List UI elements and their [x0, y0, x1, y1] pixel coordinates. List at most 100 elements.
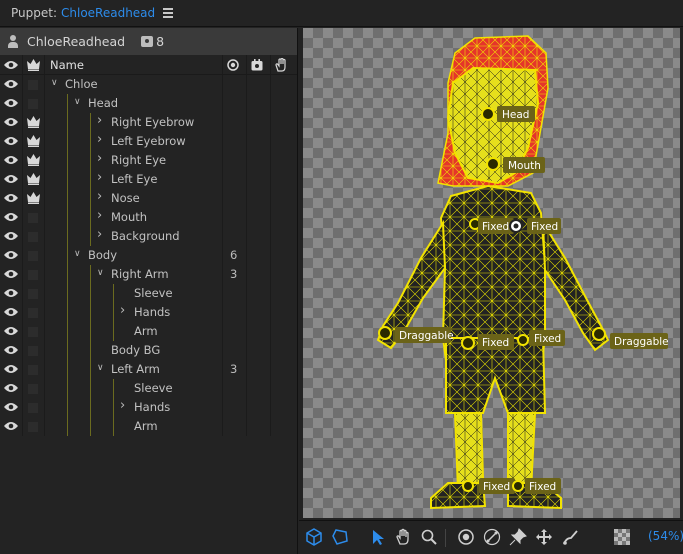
visibility-eye-icon[interactable]: [4, 402, 18, 412]
expand-chevron-down-icon[interactable]: ∨: [97, 268, 104, 278]
crown-icon[interactable]: [27, 173, 40, 185]
crown-toggle-box[interactable]: [28, 365, 38, 375]
tree-row[interactable]: › Background: [0, 227, 297, 246]
expand-chevron-right-icon[interactable]: ›: [97, 170, 102, 185]
visibility-column-icon[interactable]: [4, 60, 18, 70]
dragger-tool-icon[interactable]: [535, 528, 553, 546]
zoom-tool-icon[interactable]: [420, 528, 438, 546]
svg-text:Fixed: Fixed: [483, 481, 510, 493]
tree-guide-line: [67, 132, 68, 151]
visibility-eye-icon[interactable]: [4, 288, 18, 298]
visibility-eye-icon[interactable]: [4, 383, 18, 393]
crown-toggle-box[interactable]: [28, 384, 38, 394]
visibility-eye-icon[interactable]: [4, 98, 18, 108]
crown-toggle-box[interactable]: [28, 403, 38, 413]
expand-chevron-right-icon[interactable]: ›: [97, 151, 102, 166]
visibility-eye-icon[interactable]: [4, 117, 18, 127]
tree-row[interactable]: › Mouth: [0, 208, 297, 227]
tag-column-icon[interactable]: [251, 59, 263, 71]
name-column-label[interactable]: Name: [50, 58, 84, 72]
visibility-eye-icon[interactable]: [4, 421, 18, 431]
expand-chevron-right-icon[interactable]: ›: [120, 303, 125, 318]
tree-row[interactable]: › Left Eyebrow: [0, 132, 297, 151]
expand-chevron-right-icon[interactable]: ›: [120, 398, 125, 413]
tree-row[interactable]: ∨ Head: [0, 94, 297, 113]
crown-toggle-box[interactable]: [28, 232, 38, 242]
zoom-level[interactable]: (54%): [648, 529, 683, 543]
tree-row[interactable]: ∨ Chloe: [0, 75, 297, 94]
select-arrow-icon[interactable]: [369, 528, 387, 546]
tree-row[interactable]: › Right Eye: [0, 151, 297, 170]
crown-toggle-box[interactable]: [28, 80, 38, 90]
tree-row[interactable]: Body BG: [0, 341, 297, 360]
visibility-eye-icon[interactable]: [4, 231, 18, 241]
crown-toggle-box[interactable]: [28, 308, 38, 318]
expand-chevron-right-icon[interactable]: ›: [97, 113, 102, 128]
tree-row[interactable]: Arm: [0, 322, 297, 341]
visibility-eye-icon[interactable]: [4, 193, 18, 203]
crown-toggle-box[interactable]: [28, 270, 38, 280]
stick-tool-icon[interactable]: [483, 528, 501, 546]
hand-column-icon[interactable]: [275, 58, 287, 72]
mesh-cube-icon[interactable]: [305, 528, 323, 546]
tree-row[interactable]: ∨ Right Arm 3: [0, 265, 297, 284]
tree-row[interactable]: › Left Eye: [0, 170, 297, 189]
panel-title-puppet-name[interactable]: ChloeReadhead: [61, 6, 155, 20]
crown-icon[interactable]: [27, 154, 40, 166]
expand-chevron-down-icon[interactable]: ∨: [97, 363, 104, 373]
visibility-eye-icon[interactable]: [4, 136, 18, 146]
tree-row[interactable]: ∨ Body 6: [0, 246, 297, 265]
pin-draggable-right[interactable]: Draggable: [592, 327, 669, 349]
crown-column-icon[interactable]: [27, 59, 40, 71]
crown-toggle-box[interactable]: [28, 213, 38, 223]
tree-row[interactable]: Sleeve: [0, 379, 297, 398]
origin-column-icon[interactable]: [227, 59, 239, 71]
mesh-outline-icon[interactable]: [331, 528, 349, 546]
tree-row[interactable]: Arm: [0, 417, 297, 436]
visibility-eye-icon[interactable]: [4, 326, 18, 336]
visibility-eye-icon[interactable]: [4, 364, 18, 374]
origin-tool-icon[interactable]: [457, 528, 475, 546]
expand-chevron-down-icon[interactable]: ∨: [74, 249, 81, 259]
expand-chevron-right-icon[interactable]: ›: [97, 227, 102, 242]
crown-toggle-box[interactable]: [28, 422, 38, 432]
crown-toggle-box[interactable]: [28, 251, 38, 261]
tree-row[interactable]: › Hands: [0, 398, 297, 417]
tree-row[interactable]: ∨ Left Arm 3: [0, 360, 297, 379]
expand-chevron-right-icon[interactable]: ›: [97, 189, 102, 204]
tree-row[interactable]: Sleeve: [0, 284, 297, 303]
visibility-eye-icon[interactable]: [4, 250, 18, 260]
visibility-eye-icon[interactable]: [4, 174, 18, 184]
hand-tool-icon[interactable]: [395, 528, 413, 546]
tree-row[interactable]: › Hands: [0, 303, 297, 322]
pin-fixed-chest[interactable]: Fixed Fixed: [469, 218, 561, 234]
visibility-eye-icon[interactable]: [4, 269, 18, 279]
puppet-panel: Puppet: ChloeReadhead ChloeReadhead 8 Na…: [0, 0, 683, 554]
visibility-eye-icon[interactable]: [4, 345, 18, 355]
crown-icon[interactable]: [27, 116, 40, 128]
draw-path-tool-icon[interactable]: [562, 528, 580, 546]
crown-toggle-box[interactable]: [28, 327, 38, 337]
tree-row[interactable]: › Right Eyebrow: [0, 113, 297, 132]
transparency-grid-icon[interactable]: [613, 528, 631, 546]
expand-chevron-right-icon[interactable]: ›: [97, 208, 102, 223]
crown-icon[interactable]: [27, 135, 40, 147]
visibility-eye-icon[interactable]: [4, 79, 18, 89]
crown-toggle-box[interactable]: [28, 99, 38, 109]
puppet-mesh-canvas[interactable]: Head Mouth Fixed Fixed Draggable Fixed F…: [303, 28, 680, 518]
expand-chevron-down-icon[interactable]: ∨: [74, 97, 81, 107]
tree-row[interactable]: › Nose: [0, 189, 297, 208]
puppet-header[interactable]: ChloeReadhead 8: [0, 28, 297, 55]
visibility-eye-icon[interactable]: [4, 155, 18, 165]
expand-chevron-right-icon[interactable]: ›: [97, 132, 102, 147]
visibility-eye-icon[interactable]: [4, 307, 18, 317]
puppet-viewport[interactable]: Head Mouth Fixed Fixed Draggable Fixed F…: [303, 28, 680, 518]
pin-tool-icon[interactable]: [509, 528, 527, 546]
panel-menu-icon[interactable]: [163, 8, 174, 18]
pin-head[interactable]: Head: [481, 106, 535, 122]
crown-toggle-box[interactable]: [28, 289, 38, 299]
crown-icon[interactable]: [27, 192, 40, 204]
visibility-eye-icon[interactable]: [4, 212, 18, 222]
crown-toggle-box[interactable]: [28, 346, 38, 356]
expand-chevron-down-icon[interactable]: ∨: [51, 78, 58, 88]
